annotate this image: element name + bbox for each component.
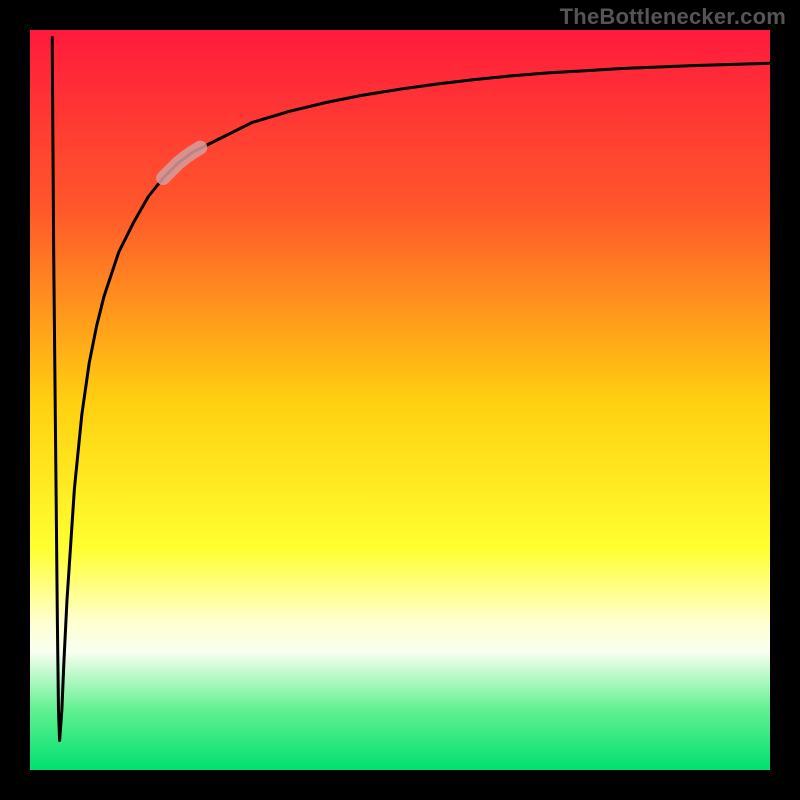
chart-frame: TheBottlenecker.com — [0, 0, 800, 800]
plot-area — [30, 30, 770, 770]
chart-background — [30, 30, 770, 770]
attribution-text: TheBottlenecker.com — [560, 4, 786, 30]
chart-svg — [30, 30, 770, 770]
